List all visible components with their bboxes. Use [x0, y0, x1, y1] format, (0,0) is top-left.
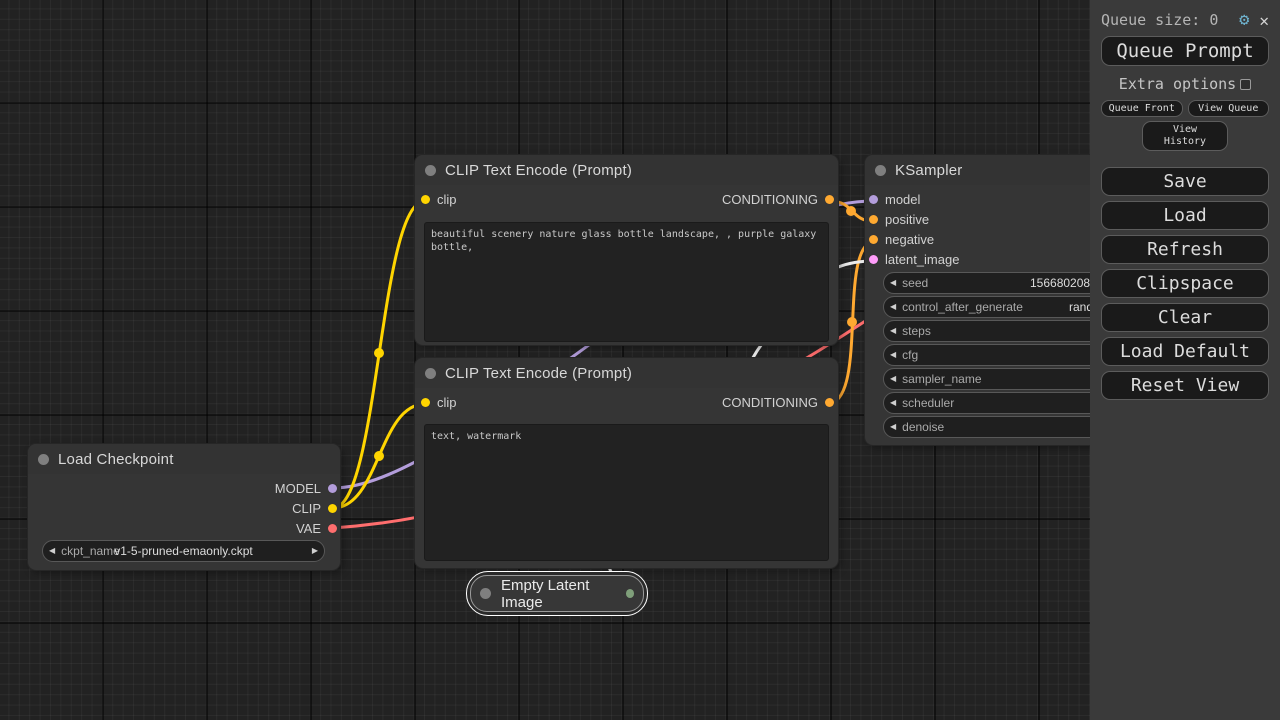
collapse-icon[interactable]	[425, 368, 436, 379]
collapse-icon[interactable]	[480, 588, 491, 599]
decrement-arrow-icon[interactable]: ◀	[884, 327, 902, 335]
widget-value: v1-5-pruned-emaonly.ckpt	[43, 544, 324, 558]
queue-size-label: Queue size: 0	[1101, 11, 1239, 29]
load-default-button[interactable]: Load Default	[1101, 337, 1269, 366]
node-title: CLIP Text Encode (Prompt)	[445, 365, 632, 382]
output-label: VAE	[296, 521, 321, 536]
node-load-checkpoint[interactable]: Load Checkpoint MODEL CLIP VAE ◀ ckpt_na…	[28, 444, 340, 570]
decrement-arrow-icon[interactable]: ◀	[884, 303, 902, 311]
load-button[interactable]: Load	[1101, 201, 1269, 230]
app-window: Load Checkpoint MODEL CLIP VAE ◀ ckpt_na…	[0, 0, 1280, 720]
input-port-clip[interactable]	[421, 398, 430, 407]
view-queue-button[interactable]: View Queue	[1188, 100, 1270, 117]
output-port-vae[interactable]	[328, 524, 337, 533]
collapse-icon[interactable]	[425, 165, 436, 176]
decrement-arrow-icon[interactable]: ◀	[884, 279, 902, 287]
decrement-arrow-icon[interactable]: ◀	[884, 423, 902, 431]
collapse-icon[interactable]	[38, 454, 49, 465]
widget-name: denoise	[902, 420, 944, 434]
queue-prompt-button[interactable]: Queue Prompt	[1101, 36, 1269, 66]
output-port-conditioning[interactable]	[825, 195, 834, 204]
save-button[interactable]: Save	[1101, 167, 1269, 196]
output-label: MODEL	[275, 481, 321, 496]
settings-gear-icon[interactable]: ⚙	[1239, 12, 1249, 29]
clear-button[interactable]: Clear	[1101, 303, 1269, 332]
input-label: negative	[885, 232, 934, 247]
reset-view-button[interactable]: Reset View	[1101, 371, 1269, 400]
widget-name: scheduler	[902, 396, 954, 410]
extra-options-checkbox[interactable]	[1240, 79, 1251, 90]
output-port-latent[interactable]	[626, 589, 634, 598]
output-label: CLIP	[292, 501, 321, 516]
node-title: KSampler	[895, 162, 962, 179]
input-port-negative[interactable]	[869, 235, 878, 244]
decrement-arrow-icon[interactable]: ◀	[884, 399, 902, 407]
input-port-positive[interactable]	[869, 215, 878, 224]
output-label: CONDITIONING	[722, 192, 818, 207]
input-label: clip	[437, 192, 457, 207]
node-empty-latent-image[interactable]: Empty Latent Image	[466, 571, 648, 616]
ckpt-name-widget[interactable]: ◀ ckpt_name v1-5-pruned-emaonly.ckpt ▶	[42, 540, 325, 562]
node-title-bar[interactable]: CLIP Text Encode (Prompt)	[415, 155, 838, 185]
output-port-conditioning[interactable]	[825, 398, 834, 407]
input-label: positive	[885, 212, 929, 227]
input-port-model[interactable]	[869, 195, 878, 204]
input-port-latent-image[interactable]	[869, 255, 878, 264]
node-clip-text-encode-negative[interactable]: CLIP Text Encode (Prompt) clip CONDITION…	[415, 358, 838, 568]
collapse-icon[interactable]	[875, 165, 886, 176]
output-label: CONDITIONING	[722, 395, 818, 410]
widget-name: steps	[902, 324, 931, 338]
clipspace-button[interactable]: Clipspace	[1101, 269, 1269, 298]
node-title: CLIP Text Encode (Prompt)	[445, 162, 632, 179]
input-label: model	[885, 192, 920, 207]
input-port-clip[interactable]	[421, 195, 430, 204]
queue-front-button[interactable]: Queue Front	[1101, 100, 1183, 117]
decrement-arrow-icon[interactable]: ◀	[884, 351, 902, 359]
node-title: Load Checkpoint	[58, 451, 174, 468]
widget-name: control_after_generate	[902, 300, 1023, 314]
input-label: clip	[437, 395, 457, 410]
input-label: latent_image	[885, 252, 959, 267]
node-clip-text-encode-positive[interactable]: CLIP Text Encode (Prompt) clip CONDITION…	[415, 155, 838, 345]
node-title: Empty Latent Image	[501, 577, 626, 611]
node-title-bar[interactable]: Load Checkpoint	[28, 444, 340, 474]
output-port-clip[interactable]	[328, 504, 337, 513]
extra-options-label: Extra options	[1119, 75, 1236, 93]
refresh-button[interactable]: Refresh	[1101, 235, 1269, 264]
view-history-button[interactable]: View History	[1142, 121, 1228, 151]
close-icon[interactable]: ✕	[1259, 11, 1269, 30]
widget-name: seed	[902, 276, 928, 290]
decrement-arrow-icon[interactable]: ◀	[884, 375, 902, 383]
prompt-textarea[interactable]: text, watermark	[424, 424, 829, 561]
widget-name: sampler_name	[902, 372, 981, 386]
comfy-menu-panel: Queue size: 0 ⚙ ✕ Queue Prompt Extra opt…	[1090, 0, 1280, 720]
output-port-model[interactable]	[328, 484, 337, 493]
prompt-textarea[interactable]: beautiful scenery nature glass bottle la…	[424, 222, 829, 342]
node-title-bar[interactable]: CLIP Text Encode (Prompt)	[415, 358, 838, 388]
widget-name: cfg	[902, 348, 918, 362]
